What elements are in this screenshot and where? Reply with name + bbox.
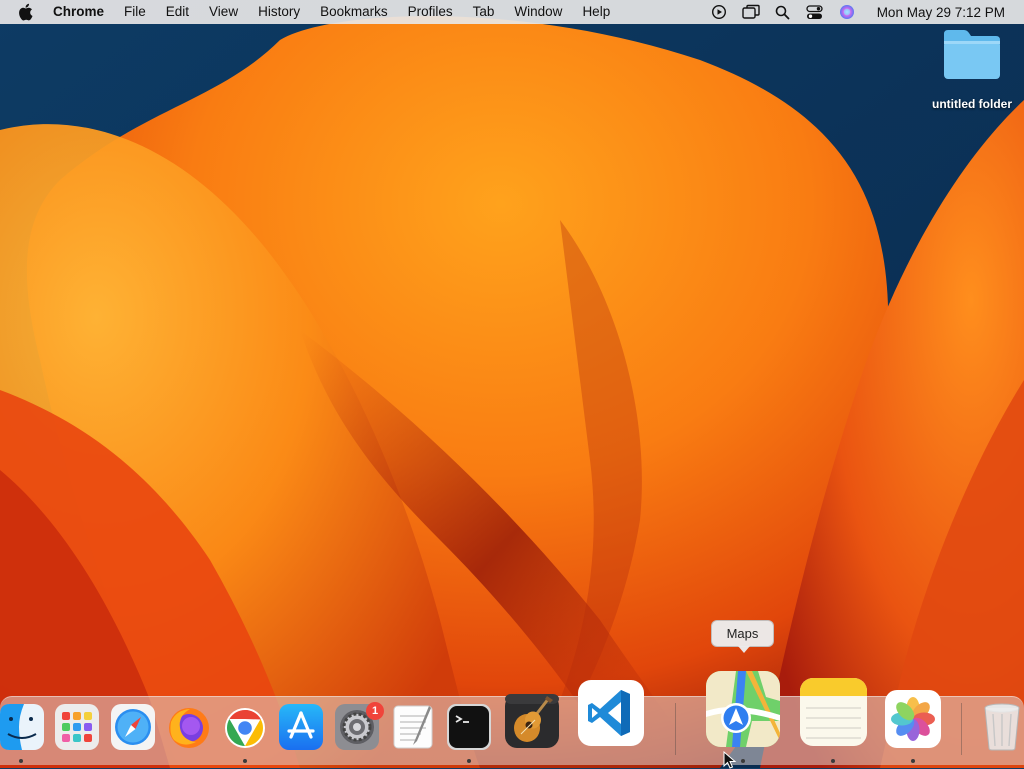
dock-trash[interactable]: [980, 702, 1024, 752]
control-center-icon[interactable]: [804, 0, 826, 24]
maps-icon: [706, 671, 780, 747]
screen-mirroring-icon[interactable]: [740, 0, 762, 24]
menu-tab[interactable]: Tab: [463, 0, 505, 24]
siri-icon[interactable]: [836, 0, 858, 24]
chrome-icon: [225, 708, 265, 748]
photos-running-dot: [911, 759, 915, 763]
dock-finder[interactable]: [0, 704, 44, 750]
menu-view[interactable]: View: [199, 0, 248, 24]
menu-app-chrome[interactable]: Chrome: [53, 0, 114, 24]
dock-chrome[interactable]: [223, 706, 267, 750]
dock-app-store[interactable]: [279, 704, 323, 750]
textedit-icon: [393, 705, 433, 749]
terminal-running-dot: [467, 759, 471, 763]
chrome-running-dot: [243, 759, 247, 763]
desktop-folder[interactable]: untitled folder: [924, 28, 1020, 111]
dock-notes[interactable]: [800, 678, 867, 746]
folder-icon: [944, 30, 1000, 79]
play-circle-icon[interactable]: [708, 0, 730, 24]
dock-garageband[interactable]: [503, 690, 561, 750]
app-store-icon: [279, 704, 323, 750]
menu-help[interactable]: Help: [572, 0, 620, 24]
menu-history[interactable]: History: [248, 0, 310, 24]
apple-menu-icon[interactable]: [17, 0, 37, 24]
dock-launchpad[interactable]: [55, 704, 99, 750]
menu-bar-clock[interactable]: Mon May 29 7:12 PM: [863, 5, 1024, 20]
folder-label: untitled folder: [932, 97, 1012, 111]
settings-notification-badge: 1: [366, 702, 384, 720]
notes-running-dot: [831, 759, 835, 763]
menu-window[interactable]: Window: [504, 0, 572, 24]
terminal-icon: [447, 704, 491, 750]
photos-icon: [885, 690, 941, 748]
dock-vscode[interactable]: [578, 680, 644, 746]
firefox-icon: [169, 708, 209, 748]
launchpad-icon: [55, 704, 99, 750]
menu-file[interactable]: File: [114, 0, 156, 24]
guitar-icon: [505, 694, 559, 748]
finder-running-dot: [19, 759, 23, 763]
spotlight-search-icon[interactable]: [772, 0, 794, 24]
dock-divider-right: [961, 703, 962, 755]
safari-icon: [111, 704, 155, 750]
dock-tooltip: Maps: [711, 620, 774, 653]
dock-firefox[interactable]: [166, 706, 212, 750]
trash-icon: [984, 703, 1020, 751]
dock-maps[interactable]: [706, 671, 780, 747]
maps-running-dot: [741, 759, 745, 763]
menu-edit[interactable]: Edit: [156, 0, 199, 24]
vscode-icon: [578, 680, 644, 746]
dock-safari[interactable]: [111, 704, 155, 750]
dock-divider-left: [675, 703, 676, 755]
notes-icon: [800, 678, 867, 746]
menu-bar: Chrome File Edit View History Bookmarks …: [0, 0, 1024, 24]
mouse-cursor-icon: [723, 751, 737, 769]
menu-bookmarks[interactable]: Bookmarks: [310, 0, 398, 24]
dock-textedit[interactable]: [391, 704, 435, 750]
dock-terminal[interactable]: [447, 704, 491, 750]
dock-photos[interactable]: [885, 690, 941, 748]
finder-icon: [0, 704, 44, 750]
menu-profiles[interactable]: Profiles: [398, 0, 463, 24]
desktop-wallpaper: [0, 0, 1024, 768]
